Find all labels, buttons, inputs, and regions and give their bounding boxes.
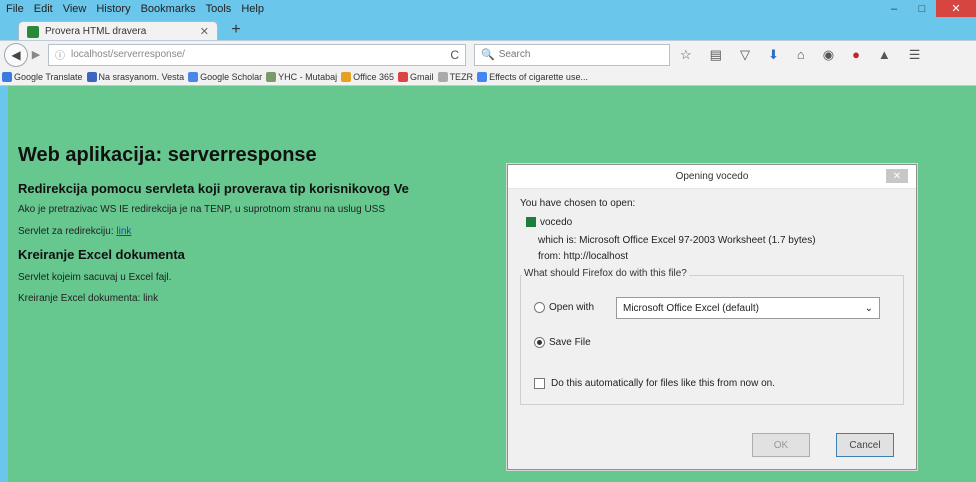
navigation-bar: ◀ ▶ ⓘ C 🔍 ☆ ▤ ▽ ⬇ ⌂ ◉ ● ▲ ☰ — [0, 40, 976, 68]
bookmark-favicon-icon — [266, 71, 277, 82]
back-button[interactable]: ◀ — [4, 42, 28, 67]
bookmark-favicon-icon — [477, 71, 488, 82]
bookmark-item[interactable]: Google Scholar — [188, 71, 263, 82]
chosen-label: You have chosen to open: — [520, 198, 636, 209]
menu-help[interactable]: Help — [241, 3, 264, 15]
hamburger-menu-icon[interactable]: ☰ — [909, 47, 921, 63]
bookmark-label: Google Translate — [14, 71, 83, 82]
file-name-line: vocedo — [526, 217, 572, 228]
menu-file[interactable]: File — [6, 3, 24, 15]
servlet-redirect-link[interactable]: link — [116, 226, 131, 237]
bookmark-favicon-icon — [437, 71, 448, 82]
window-controls: – □ ✕ — [880, 0, 976, 17]
bookmark-label: Na srasyanom. Vesta — [98, 71, 185, 82]
page-favicon-icon — [27, 25, 39, 38]
checkbox-icon — [534, 378, 545, 389]
download-icon[interactable]: ⬇ — [768, 47, 779, 63]
reload-icon[interactable]: C — [450, 48, 459, 62]
file-name: vocedo — [540, 217, 573, 228]
excel-servlet-line: Servlet kojeim sacuvaj u Excel fajl. — [18, 272, 172, 283]
bookmark-label: TEZR — [449, 71, 474, 82]
search-bar[interactable]: 🔍 — [474, 43, 670, 66]
bookmark-label: Gmail — [410, 71, 434, 82]
radio-checked-icon — [534, 337, 545, 348]
open-with-radio[interactable]: Open with — [534, 302, 594, 313]
menu-edit[interactable]: Edit — [34, 3, 53, 15]
save-file-label: Save File — [549, 337, 591, 348]
redirect-description: Ako je pretrazivac WS IE redirekcija je … — [18, 204, 386, 215]
search-icon: 🔍 — [481, 49, 495, 61]
minimize-button[interactable]: – — [880, 0, 908, 17]
open-with-label: Open with — [549, 302, 595, 313]
auto-action-label: Do this automatically for files like thi… — [551, 378, 775, 389]
globe-icon[interactable]: ◉ — [823, 47, 834, 63]
save-file-radio[interactable]: Save File — [534, 337, 591, 348]
section-heading-excel: Kreiranje Excel dokumenta — [18, 247, 185, 262]
toolbar-icons: ☆ ▤ ▽ ⬇ ⌂ ◉ ● ▲ ☰ — [680, 47, 920, 63]
cancel-button[interactable]: Cancel — [836, 433, 894, 457]
tab-title: Provera HTML dravera — [45, 26, 147, 37]
page-title: Web aplikacija: serverresponse — [18, 144, 317, 166]
menu-view[interactable]: View — [63, 3, 87, 15]
bookmark-item[interactable]: YHC - Mutabaj — [266, 71, 338, 82]
bookmark-favicon-icon — [398, 71, 409, 82]
maximize-button[interactable]: □ — [908, 0, 936, 17]
bookmark-favicon-icon — [341, 71, 352, 82]
bookmark-label: YHC - Mutabaj — [278, 71, 338, 82]
download-dialog: Opening vocedo ✕ You have chosen to open… — [507, 164, 917, 470]
dialog-titlebar: Opening vocedo ✕ — [508, 165, 916, 189]
servlet-redirect-line: Servlet za redirekciju: link — [18, 226, 131, 237]
pocket-icon[interactable]: ▽ — [740, 47, 750, 63]
site-info-icon[interactable]: ⓘ — [55, 47, 65, 62]
dialog-close-button[interactable]: ✕ — [886, 169, 908, 183]
menu-history[interactable]: History — [96, 3, 130, 15]
excel-file-icon — [526, 217, 536, 228]
open-with-select[interactable]: Microsoft Office Excel (default) ⌄ — [616, 297, 880, 319]
menu-bar: File Edit View History Bookmarks Tools H… — [0, 0, 976, 17]
bookmark-item[interactable]: Na srasyanom. Vesta — [86, 71, 185, 82]
bookmark-label: Office 365 — [353, 71, 395, 82]
home-icon[interactable]: ⌂ — [797, 47, 805, 62]
new-tab-button[interactable]: + — [224, 21, 248, 39]
bookmark-item[interactable]: Google Translate — [2, 71, 83, 82]
servlet-redirect-label: Servlet za redirekciju: — [18, 226, 114, 237]
url-bar[interactable]: ⓘ C — [48, 43, 466, 66]
addon-icon[interactable]: ● — [852, 47, 860, 62]
bookmark-favicon-icon — [86, 71, 97, 82]
menu-bookmarks[interactable]: Bookmarks — [141, 3, 196, 15]
auto-action-checkbox[interactable]: Do this automatically for files like thi… — [534, 378, 775, 389]
url-input[interactable] — [71, 49, 445, 60]
bookmark-favicon-icon — [2, 71, 12, 82]
extension-icon[interactable]: ▲ — [878, 47, 891, 62]
action-question: What should Firefox do with this file? — [522, 268, 689, 279]
chevron-down-icon: ⌄ — [864, 302, 873, 314]
excel-document-line: Kreiranje Excel dokumenta: link — [18, 293, 159, 304]
ok-button[interactable]: OK — [752, 433, 810, 457]
forward-button[interactable]: ▶ — [28, 48, 44, 61]
tab-active[interactable]: Provera HTML dravera ✕ — [18, 21, 218, 41]
close-window-button[interactable]: ✕ — [936, 0, 976, 17]
bookmark-item[interactable]: Gmail — [398, 71, 434, 82]
section-heading-redirect: Redirekcija pomocu servleta koji provera… — [18, 181, 409, 196]
file-type: which is: Microsoft Office Excel 97-2003… — [538, 235, 816, 246]
file-source: from: http://localhost — [538, 251, 629, 262]
bookmarks-bar: Google Translate Na srasyanom. Vesta Googl… — [0, 68, 976, 86]
bookmark-item[interactable]: Office 365 — [341, 71, 395, 82]
tab-close-icon[interactable]: ✕ — [200, 25, 209, 38]
menu-tools[interactable]: Tools — [206, 3, 232, 15]
radio-unchecked-icon — [534, 302, 545, 313]
bookmark-label: Effects of cigarette use... — [489, 71, 588, 82]
bookmark-item[interactable]: Effects of cigarette use... — [477, 71, 588, 82]
bookmark-label: Google Scholar — [200, 71, 263, 82]
bookmark-favicon-icon — [188, 71, 199, 82]
bookmark-item[interactable]: TEZR — [437, 71, 474, 82]
clipboard-icon[interactable]: ▤ — [710, 47, 722, 63]
open-with-value: Microsoft Office Excel (default) — [623, 302, 759, 314]
tab-bar: Provera HTML dravera ✕ + — [0, 17, 976, 41]
dialog-title: Opening vocedo — [675, 171, 749, 182]
search-input[interactable] — [498, 49, 663, 60]
star-icon[interactable]: ☆ — [680, 47, 692, 63]
